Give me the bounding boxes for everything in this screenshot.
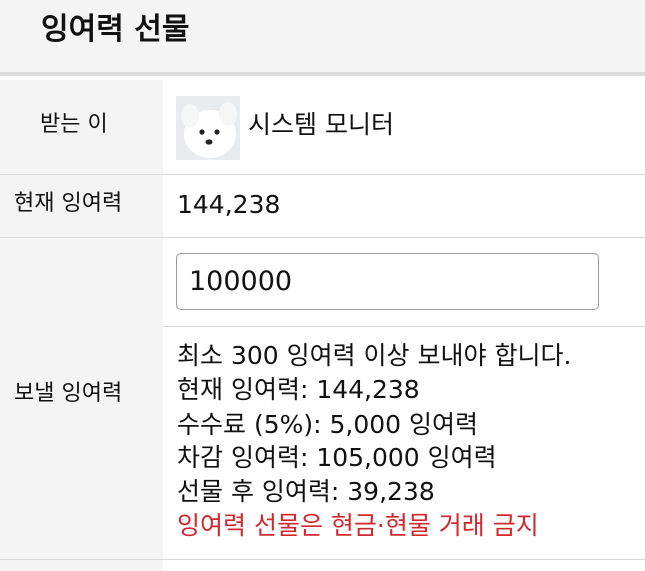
white-dog-avatar-icon (176, 96, 240, 160)
recipient-avatar (176, 96, 240, 160)
after-gift-line: 선물 후 잉여력: 39,238 (177, 477, 435, 506)
page-title: 잉여력 선물 (41, 12, 190, 47)
recipient-label: 받는 이 (40, 112, 108, 137)
row-divider (0, 559, 645, 560)
minimum-notice: 최소 300 잉여력 이상 보내야 합니다. (177, 341, 572, 370)
prohibition-notice: 잉여력 선물은 현금·현물 거래 금지 (177, 511, 539, 540)
fee-line: 수수료 (5%): 5,000 잉여력 (177, 410, 479, 439)
current-surplus-label: 현재 잉여력 (14, 191, 123, 216)
label-column (0, 80, 163, 571)
row-divider (163, 326, 645, 327)
surplus-gift-page: 잉여력 선물 받는 이 시스템 모니터 현재 잉여력 144,238 보낼 잉여… (0, 0, 645, 571)
send-amount-input[interactable] (176, 253, 599, 310)
deducted-line: 차감 잉여력: 105,000 잉여력 (177, 443, 497, 472)
current-surplus-value: 144,238 (177, 190, 281, 219)
current-surplus-line: 현재 잉여력: 144,238 (177, 375, 420, 404)
send-surplus-label: 보낼 잉여력 (14, 381, 123, 406)
page-header: 잉여력 선물 (0, 0, 645, 76)
row-divider (0, 174, 645, 175)
row-divider (0, 237, 645, 238)
recipient-name[interactable]: 시스템 모니터 (248, 110, 394, 140)
